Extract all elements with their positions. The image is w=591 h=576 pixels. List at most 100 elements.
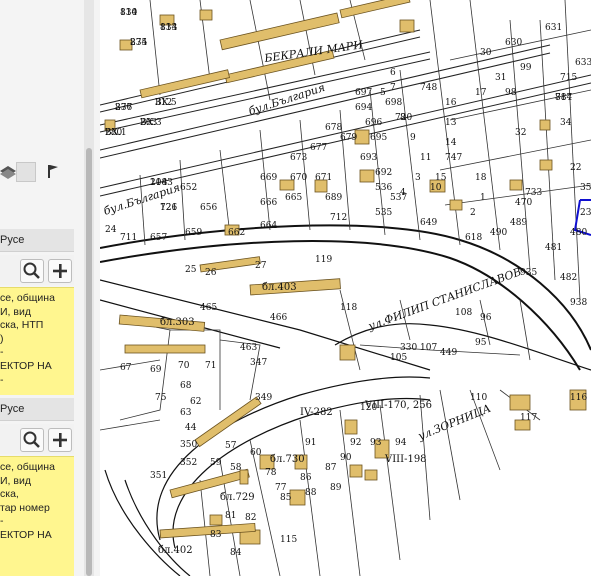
parcel-number: 664 [260,221,277,231]
result-line: - [0,346,4,359]
result-panel-header: Русе [0,398,74,421]
search-icon [23,431,40,448]
parcel-number: 631 [545,23,562,33]
parcel-number: 694 [355,103,372,113]
parcel-number: 69 [150,365,162,375]
block-label: VIII-198 [384,454,427,465]
result-panel-body: се, община И, вид ска, тар номер - ЕКТОР… [0,456,74,576]
parcel-number: 665 [285,193,302,203]
zoom-to-button[interactable] [20,428,44,452]
parcel-number: 44 [185,423,197,433]
block-label: VIII-170, 256 [364,400,432,411]
sidebar: Русе се, община И, вид ска, НТП ) - ЕКТО… [0,0,101,576]
block-label: бл.303 [160,317,195,328]
parcel-number: 92 [350,438,361,448]
parcel-number: 2 [470,208,476,218]
parcel-number: 110 [470,393,487,403]
parcel-number: 652 [180,183,197,193]
result-line: се, община [0,461,55,473]
parcel-number: 673 [290,153,307,163]
parcel-number: 71 [205,361,216,371]
parcel-number: 463 [240,343,257,353]
result-line: И, вид [0,305,31,318]
parcel-number: 274 [130,38,147,48]
parcel-number: 4 [400,188,406,198]
parcel-number: 60 [250,448,262,458]
parcel-number: 77 [275,483,287,493]
parcel-number: 887 [555,93,572,103]
parcel-number: 490 [490,228,507,238]
parcel-number: 277 [115,103,132,113]
parcel-number: 677 [310,143,327,153]
zoom-to-button[interactable] [20,259,44,283]
sidebar-scrollbar-thumb[interactable] [86,148,92,576]
cadastral-map[interactable]: 830 834 835 836 BX.5 BX.1 BX.3 1183 726 711 657 652… [100,0,591,576]
parcel-number: 95 [475,338,487,348]
parcel-number: 32 [515,128,526,138]
parcel-number: 633 [575,58,591,68]
parcel-number: 352 [180,458,197,468]
parcel-number: 669 [260,173,277,183]
parcel-number: 18 [475,173,487,183]
parcel-number: 3 [415,173,421,183]
block-label: бл.729 [220,492,255,503]
parcel-number: 698 [385,98,402,108]
parcel-number: 466 [270,313,287,323]
parcel-number: 7 [390,83,396,93]
result-line: ЕКТОР НА [0,359,52,372]
parcel-number: 88 [305,488,317,498]
parcel-number: 350 [180,440,197,450]
parcel-number: 481 [545,243,562,253]
result-line: ска, [0,488,19,501]
parcel-number: 113 [160,23,177,33]
parcel-number: 117 [520,413,537,423]
block-label: бл.402 [158,545,193,556]
parcel-number: 351 [150,471,167,481]
parcel-number: 8 [400,113,406,123]
parcel-number: 712 [330,213,347,223]
parcel-number: 14 [445,138,457,148]
parcel-number: 666 [260,198,277,208]
map-canvas: 830834835836 BX.5BX.1BX.31183726711 657652… [100,0,591,576]
parcel-number: 15 [435,173,447,183]
parcel-number: 24 [105,225,117,235]
parcel-number: 535 [375,208,392,218]
parcel-number: 63 [180,408,192,418]
parcel-number: 116 [570,393,587,403]
measure-tool-icon[interactable] [16,162,36,182]
parcel-number: 349 [255,393,272,403]
parcel-number: 85 [280,493,292,503]
block-label: бл.730 [270,454,305,465]
add-button[interactable] [48,428,72,452]
result-line: И, вид [0,474,31,487]
parcel-number: 59 [210,458,222,468]
parcel-number: 86 [300,473,312,483]
parcel-number: 480 [570,228,587,238]
parcel-number: 30 [480,48,492,58]
parcel-number: 91 [305,438,316,448]
add-button[interactable] [48,259,72,283]
parcel-number: 119 [315,255,332,265]
parcel-number: 938 [570,298,587,308]
parcel-number: 695 [370,133,387,143]
parcel-number: 35 [580,183,591,193]
flag-icon[interactable] [44,162,62,180]
parcel-number: 94 [395,438,407,448]
result-line: - [0,373,4,386]
parcel-number: 90 [340,453,352,463]
parcel-number: 75 [155,393,167,403]
parcel-number: 6 [390,68,396,78]
parcel-number: 679 [340,133,357,143]
parcel-number: 87 [325,463,337,473]
parcel-number: 93 [370,438,382,448]
parcel-number: 9 [410,133,416,143]
search-icon [23,262,40,279]
parcel-number: 536 [375,183,392,193]
parcel-number: 482 [560,273,577,283]
parcel-number: 618 [465,233,482,243]
parcel-number: 696 [365,118,382,128]
parcel-number: 748 [420,83,437,93]
parcel-number: 711 [120,233,137,243]
parcel-number: 25 [185,265,197,275]
result-line: - [0,515,4,528]
